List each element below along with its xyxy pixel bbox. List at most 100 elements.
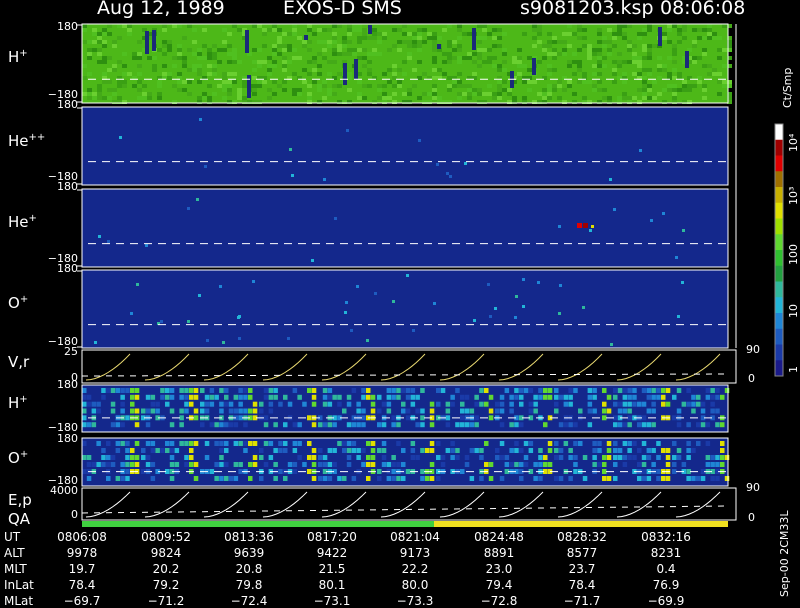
heatmap-cell [187,320,190,323]
heatmap-cell [710,462,715,467]
heatmap-cell [472,60,477,64]
heatmap-cell [554,388,559,393]
heatmap-cell [289,148,292,151]
heatmap-cell [676,388,682,393]
heatmap-cell [401,448,406,453]
heatmap-cell [147,56,152,60]
heatmap-cell [639,149,642,152]
heatmap-cell [362,96,367,100]
heatmap-cell [442,28,447,32]
heatmap-cell [617,401,623,407]
heatmap-cell [622,96,627,100]
heatmap-cell [169,441,175,446]
heatmap-cell [499,408,505,414]
heatmap-cell [647,68,652,72]
heatmap-cell [527,56,532,60]
heatmap-cell [106,455,111,460]
heatmap-cell [307,28,312,32]
heatmap-cell [547,52,552,56]
heatmap-cell [277,84,282,88]
heatmap-cell [627,40,632,44]
heatmap-cell [562,40,567,44]
heatmap-cell [282,44,287,48]
heatmap-cell [102,60,107,64]
heatmap-cell [677,315,680,318]
heatmap-cell [125,388,130,393]
heatmap-cell [212,92,217,96]
heatmap-cell [102,96,107,100]
heatmap-cell [504,462,510,467]
heatmap-cell [547,68,552,72]
heatmap-cell [613,462,618,467]
heatmap-cell [715,476,720,481]
heatmap-cell [224,462,229,467]
heatmap-cell [155,448,160,453]
heatmap-cell [228,401,234,407]
heatmap-cell [283,422,288,428]
heatmap-cell [212,68,217,72]
heatmap-cell [102,56,107,60]
heatmap-cell [686,476,691,481]
heatmap-cell [282,88,287,92]
heatmap-cell [547,44,552,48]
heatmap-cell [125,462,130,467]
heatmap-cell [502,68,507,72]
heatmap-cell [417,48,422,52]
heatmap-cell [372,48,377,52]
heatmap-cell [82,408,87,414]
heatmap-cell [573,455,578,460]
heatmap-cell [447,60,452,64]
heatmap-cell [562,88,567,92]
heatmap-cell [96,408,101,414]
heatmap-cell [667,56,672,60]
heatmap-cell [552,56,557,60]
heatmap-cell [366,455,371,460]
heatmap-cell [396,441,401,446]
heatmap-cell [248,394,253,400]
heatmap-cell [157,96,162,100]
heatmap-cell [642,80,647,84]
heatmap-cell [432,32,437,36]
heatmap-cell [263,441,269,446]
panel-label-qa: QA [8,510,31,528]
heatmap-cell [502,32,507,36]
heatmap-cell [347,24,352,28]
heatmap-cell [307,24,312,28]
heatmap-cell [406,274,409,277]
heatmap-cell [420,388,425,393]
heatmap-cell [538,448,543,453]
heatmap-cell [405,394,411,400]
heatmap-cell [617,28,622,32]
heatmap-cell [582,28,587,32]
heatmap-cell [527,80,532,84]
heatmap-cell [106,388,111,393]
heatmap-cell [622,441,628,446]
heatmap-cell [318,455,323,460]
heatmap-cell [115,441,121,446]
heatmap-cell [242,84,247,88]
heatmap-cell [391,388,396,393]
heatmap-cell [597,48,602,52]
heatmap-cell [464,455,470,460]
heatmap-cell [391,462,396,467]
heatmap-cell [651,408,656,414]
heatmap-cell [573,388,578,393]
heatmap-cell [237,88,242,92]
heatmap-cell [692,44,697,48]
heatmap-cell [507,88,512,92]
heatmap-cell [710,476,715,481]
heatmap-cell [362,36,367,40]
ephemeris-value: 9173 [399,546,431,560]
heatmap-cell [362,32,367,36]
heatmap-cell [332,60,337,64]
heatmap-cell [386,476,392,481]
heatmap-cell [705,462,711,467]
heatmap-cell [357,96,362,100]
heatmap-cell [558,422,564,428]
heatmap-cell [287,60,292,64]
heatmap-cell [515,295,518,298]
right-tick: 0 [748,372,755,385]
heatmap-cell [145,422,151,428]
heatmap-cell [724,476,730,481]
heatmap-cell [427,36,432,40]
